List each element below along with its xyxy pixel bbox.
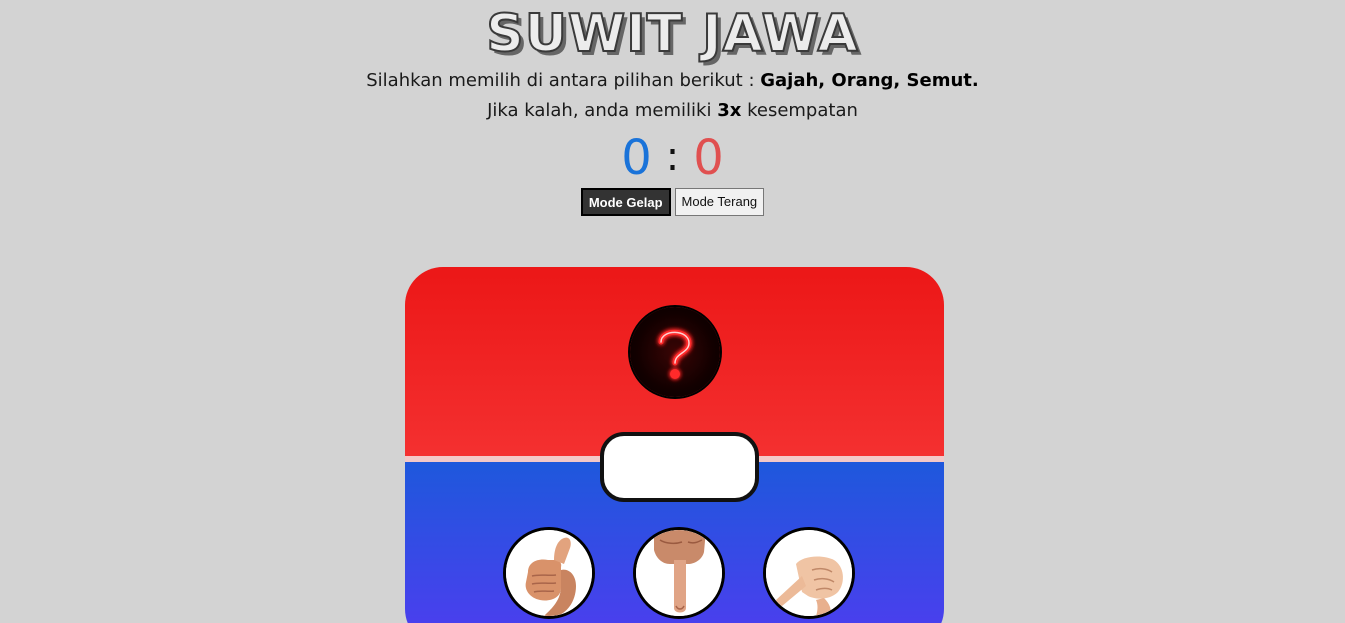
- choice-list: Gajah, Orang, Semut.: [760, 70, 979, 91]
- instructions-text: Silahkan memilih di antara pilihan berik…: [366, 70, 755, 91]
- dark-mode-button[interactable]: Mode Gelap: [580, 188, 671, 216]
- computer-area: [405, 267, 944, 456]
- computer-score: 0: [693, 130, 724, 186]
- chances-suffix: kesempatan: [747, 100, 858, 121]
- pinky-finger-hand-icon: [766, 530, 852, 616]
- page-title: SUWIT JAWA: [485, 3, 859, 65]
- thumb-hand-icon: [506, 530, 592, 616]
- score-separator: :: [665, 134, 680, 180]
- instructions-line: Silahkan memilih di antara pilihan berik…: [0, 68, 1345, 94]
- game-page: SUWIT JAWA Silahkan memilih di antara pi…: [0, 0, 1345, 623]
- player-score: 0: [621, 130, 652, 186]
- chances-prefix: Jika kalah, anda memiliki: [487, 100, 712, 121]
- mode-switcher: Mode Gelap Mode Terang: [0, 188, 1345, 216]
- choice-semut[interactable]: [763, 527, 855, 619]
- index-finger-hand-icon: [636, 530, 722, 616]
- choice-gajah[interactable]: [503, 527, 595, 619]
- computer-choice: [630, 307, 720, 397]
- light-mode-button[interactable]: Mode Terang: [674, 188, 765, 216]
- chances-line: Jika kalah, anda memiliki 3x kesempatan: [0, 98, 1345, 124]
- scoreboard: 0:0: [0, 130, 1345, 189]
- result-box: [600, 432, 759, 502]
- question-mark-icon: [658, 329, 692, 379]
- chances-count: 3x: [717, 100, 742, 121]
- game-board: [405, 267, 944, 623]
- choice-orang[interactable]: [633, 527, 725, 619]
